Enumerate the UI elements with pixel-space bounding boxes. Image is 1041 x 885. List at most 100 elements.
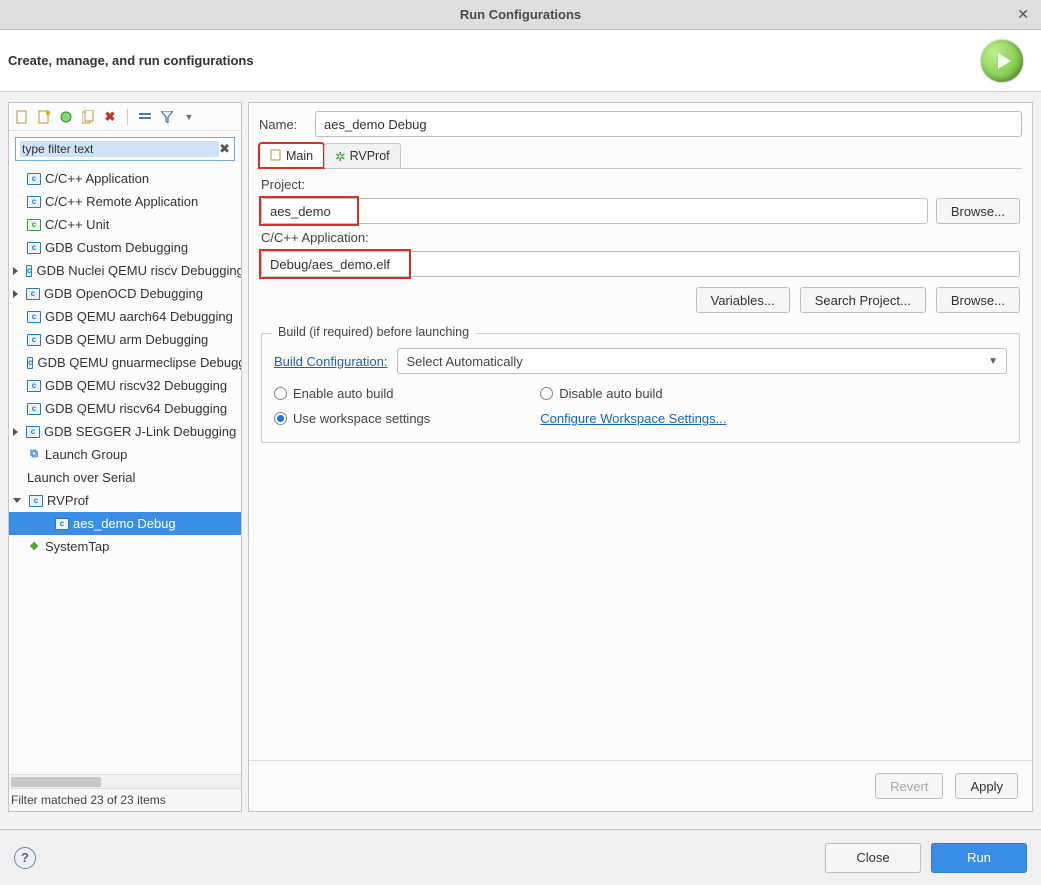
config-tree[interactable]: c C/C++ Application c C/C++ Remote Applicat… (9, 165, 241, 774)
toolbar-separator (127, 109, 128, 125)
name-input[interactable] (315, 111, 1022, 137)
project-input[interactable] (261, 198, 928, 224)
close-icon[interactable]: ✕ (1017, 6, 1029, 23)
search-project-button[interactable]: Search Project... (800, 287, 926, 313)
help-icon[interactable]: ? (14, 847, 36, 869)
filter-input-box[interactable]: ✖ (15, 137, 235, 161)
tree-item-label: C/C++ Unit (45, 217, 109, 232)
config-type-icon: ❖ (27, 541, 41, 553)
tree-item[interactable]: c GDB QEMU aarch64 Debugging (9, 305, 241, 328)
window-title: Run Configurations (460, 7, 581, 22)
filter-dropdown-icon[interactable]: ▼ (182, 110, 196, 124)
apply-button[interactable]: Apply (955, 773, 1018, 799)
filter-input[interactable] (20, 141, 219, 157)
tree-item[interactable]: c RVProf (9, 489, 241, 512)
tree-item[interactable]: c C/C++ Remote Application (9, 190, 241, 213)
collapse-all-icon[interactable] (138, 110, 152, 124)
tree-item-label: GDB QEMU riscv64 Debugging (45, 401, 227, 416)
left-panel: ✖ ▼ ✖ c C/C++ Application c C/C++ Remote Ap… (8, 102, 242, 812)
footer: ? Close Run (0, 829, 1041, 885)
tree-item[interactable]: cGDB SEGGER J-Link Debugging (9, 420, 241, 443)
tree-item-label: GDB QEMU arm Debugging (45, 332, 208, 347)
config-type-icon: c (27, 334, 41, 346)
build-fieldset: Build (if required) before launching Bui… (261, 333, 1020, 443)
clear-filter-icon[interactable]: ✖ (219, 141, 230, 157)
config-type-icon: c (27, 380, 41, 392)
filter-icon[interactable] (160, 110, 174, 124)
close-button[interactable]: Close (825, 843, 921, 873)
tree-item[interactable]: c GDB QEMU riscv32 Debugging (9, 374, 241, 397)
build-config-link[interactable]: Build Configuration: (274, 354, 387, 369)
rvprof-tab-icon: ✲ (335, 149, 345, 164)
delete-icon[interactable]: ✖ (103, 110, 117, 124)
tree-item-label: aes_demo Debug (73, 516, 176, 531)
new-prototype-icon[interactable] (37, 110, 51, 124)
tree-item[interactable]: Launch over Serial (9, 466, 241, 489)
tab-bar: Main ✲ RVProf (259, 143, 1022, 169)
config-type-icon: c (27, 242, 41, 254)
run-large-icon (981, 40, 1023, 82)
horizontal-scrollbar[interactable] (9, 774, 241, 788)
tree-item-label: RVProf (47, 493, 89, 508)
config-type-icon: ⧉ (27, 449, 41, 461)
name-label: Name: (259, 117, 307, 132)
config-type-icon: c (27, 357, 33, 369)
tree-item-label: GDB Custom Debugging (45, 240, 188, 255)
tree-item-label: C/C++ Application (45, 171, 149, 186)
chevron-down-icon: ▼ (988, 356, 998, 367)
tree-item[interactable]: c GDB OpenOCD Debugging (9, 282, 241, 305)
revert-button[interactable]: Revert (875, 773, 943, 799)
variables-button[interactable]: Variables... (696, 287, 790, 313)
config-type-icon: c (27, 173, 41, 185)
right-panel: Name: Main ✲ RVProf Project: Browse... (248, 102, 1033, 812)
tree-item-label: GDB QEMU gnuarmeclipse Debugging (Deprec… (37, 355, 241, 370)
tree-item[interactable]: cC/C++ Unit (9, 213, 241, 236)
run-button[interactable]: Run (931, 843, 1027, 873)
tree-item[interactable]: c GDB QEMU riscv64 Debugging (9, 397, 241, 420)
config-type-icon: c (26, 288, 40, 300)
tree-item-label: Launch over Serial (27, 470, 135, 485)
tab-rvprof-label: RVProf (350, 149, 390, 163)
config-type-icon: c (27, 403, 41, 415)
tree-item[interactable]: c aes_demo Debug (9, 512, 241, 535)
config-type-icon: c (27, 311, 41, 323)
main-tab-icon (270, 149, 282, 164)
tree-item[interactable]: ⧉Launch Group (9, 443, 241, 466)
tab-main[interactable]: Main (259, 143, 324, 168)
radio-enable-auto[interactable]: Enable auto build (274, 386, 430, 401)
tree-item-label: GDB OpenOCD Debugging (44, 286, 203, 301)
tree-item-label: GDB QEMU riscv32 Debugging (45, 378, 227, 393)
header-title: Create, manage, and run configurations (8, 53, 254, 68)
tree-item-label: GDB QEMU aarch64 Debugging (45, 309, 233, 324)
build-config-select[interactable]: Select Automatically ▼ (397, 348, 1007, 374)
tree-item[interactable]: c GDB QEMU gnuarmeclipse Debugging (Depre… (9, 351, 241, 374)
export-icon[interactable] (59, 110, 73, 124)
tree-item[interactable]: c C/C++ Application (9, 167, 241, 190)
tree-item-label: SystemTap (45, 539, 109, 554)
config-type-icon: c (27, 196, 41, 208)
tree-item[interactable]: ❖ SystemTap (9, 535, 241, 558)
radio-use-workspace[interactable]: Use workspace settings (274, 411, 430, 426)
config-type-icon: c (29, 495, 43, 507)
config-toolbar: ✖ ▼ (9, 103, 241, 131)
tree-item-label: GDB Nuclei QEMU riscv Debugging (36, 263, 241, 278)
filter-status: Filter matched 23 of 23 items (9, 788, 241, 811)
build-legend: Build (if required) before launching (272, 325, 475, 339)
new-config-icon[interactable] (15, 110, 29, 124)
tree-item[interactable]: cGDB Nuclei QEMU riscv Debugging (9, 259, 241, 282)
browse-app-button[interactable]: Browse... (936, 287, 1020, 313)
tree-item-label: GDB SEGGER J-Link Debugging (44, 424, 236, 439)
application-input[interactable] (261, 251, 1020, 277)
copy-icon[interactable] (81, 110, 95, 124)
titlebar: Run Configurations ✕ (0, 0, 1041, 30)
app-label: C/C++ Application: (261, 230, 1020, 245)
tree-item[interactable]: c GDB QEMU arm Debugging (9, 328, 241, 351)
tab-rvprof[interactable]: ✲ RVProf (324, 143, 401, 168)
tab-main-label: Main (286, 149, 313, 163)
tree-item[interactable]: c GDB Custom Debugging (9, 236, 241, 259)
config-type-icon: c (55, 518, 69, 530)
tree-item-label: C/C++ Remote Application (45, 194, 198, 209)
radio-disable-auto[interactable]: Disable auto build (540, 386, 726, 401)
configure-workspace-link[interactable]: Configure Workspace Settings... (540, 411, 726, 426)
browse-project-button[interactable]: Browse... (936, 198, 1020, 224)
